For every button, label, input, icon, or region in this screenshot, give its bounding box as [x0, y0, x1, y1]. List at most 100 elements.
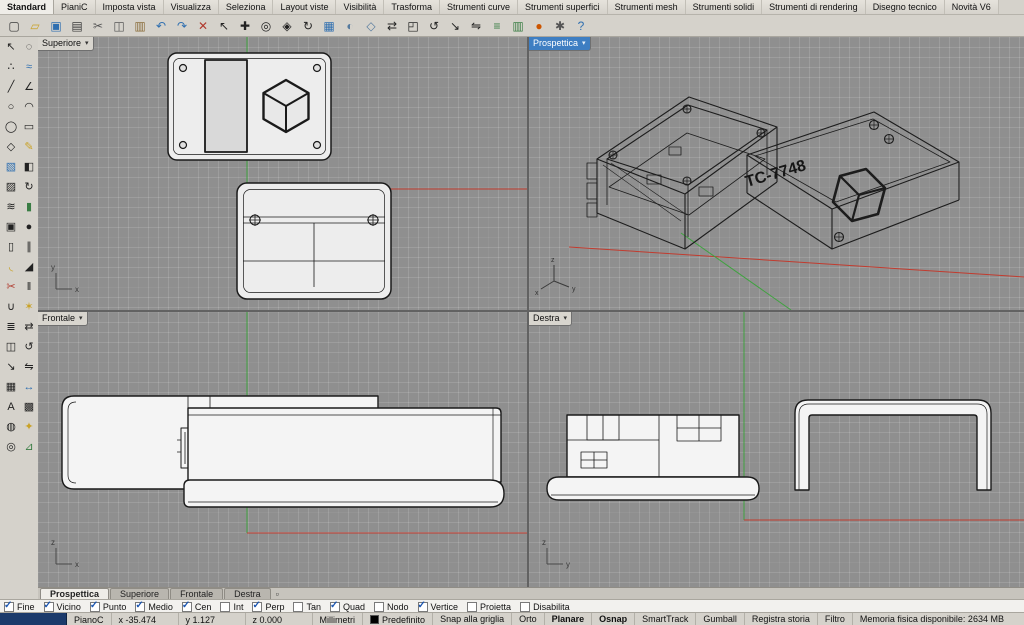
- sidebar-tool-text[interactable]: A: [1, 397, 21, 417]
- toolbar-icon-new-file[interactable]: ▢: [4, 16, 24, 36]
- toolbar-icon-shaded-view[interactable]: ◐: [340, 16, 360, 36]
- menu-tab[interactable]: Disegno tecnico: [866, 0, 945, 14]
- menu-tab[interactable]: Strumenti curve: [440, 0, 518, 14]
- sidebar-tool-rotate[interactable]: ↺: [19, 337, 39, 357]
- toolbar-icon-wireframe-view[interactable]: ◇: [361, 16, 381, 36]
- toolbar-icon-save[interactable]: ▣: [46, 16, 66, 36]
- menu-tab[interactable]: Strumenti mesh: [608, 0, 686, 14]
- status-toggle[interactable]: Snap alla griglia: [433, 613, 512, 625]
- menu-tab[interactable]: Seleziona: [219, 0, 274, 14]
- viewport-top[interactable]: y x Superiore ▾: [38, 37, 527, 310]
- sidebar-tool-lock[interactable]: ✦: [19, 417, 39, 437]
- sidebar-tool-chamfer[interactable]: ◢: [19, 257, 39, 277]
- sidebar-tool-fillet[interactable]: ◟: [1, 257, 21, 277]
- sidebar-tool-array[interactable]: ▦: [1, 377, 21, 397]
- status-toggle[interactable]: Gumball: [696, 613, 745, 625]
- toolbar-icon-render[interactable]: ●: [529, 16, 549, 36]
- osnap-checkbox[interactable]: Vertice: [418, 602, 459, 612]
- sidebar-tool-sphere[interactable]: ●: [19, 217, 39, 237]
- sidebar-tool-mirror[interactable]: ⇋: [19, 357, 39, 377]
- sidebar-tool-split[interactable]: ‖: [19, 277, 39, 297]
- osnap-checkbox[interactable]: Punto: [90, 602, 127, 612]
- layer-pane[interactable]: Predefinito: [363, 613, 433, 625]
- menu-tab[interactable]: Layout viste: [273, 0, 336, 14]
- toolbar-icon-move[interactable]: ⇄: [382, 16, 402, 36]
- sidebar-tool-zoom[interactable]: ◎: [1, 437, 21, 457]
- right-view-base-object[interactable]: [547, 415, 759, 500]
- sidebar-tool-surface-corner[interactable]: ◧: [19, 157, 39, 177]
- toolbar-icon-mirror[interactable]: ⇋: [466, 16, 486, 36]
- menu-tab[interactable]: Standard: [0, 0, 54, 14]
- viewport-right[interactable]: z y Destra ▾: [529, 312, 1024, 587]
- viewport-title-right[interactable]: Destra ▾: [529, 312, 572, 326]
- sidebar-tool-analyze[interactable]: ⊿: [19, 437, 39, 457]
- toolbar-icon-help[interactable]: ?: [571, 16, 591, 36]
- osnap-checkbox[interactable]: Cen: [182, 602, 212, 612]
- toolbar-icon-pan-view[interactable]: ✚: [235, 16, 255, 36]
- sidebar-tool-box[interactable]: ▣: [1, 217, 21, 237]
- toolbar-icon-delete[interactable]: ✕: [193, 16, 213, 36]
- sidebar-tool-polyline[interactable]: ∠: [19, 77, 39, 97]
- osnap-checkbox[interactable]: Disabilita: [520, 602, 570, 612]
- toolbar-icon-paste[interactable]: ▥: [130, 16, 150, 36]
- toolbar-icon-layers[interactable]: ≡: [487, 16, 507, 36]
- sidebar-tool-arc[interactable]: ◠: [19, 97, 39, 117]
- viewport-title-perspective[interactable]: Prospettica ▾: [529, 37, 591, 51]
- toolbar-icon-named-views[interactable]: ▦: [319, 16, 339, 36]
- osnap-checkbox[interactable]: Int: [220, 602, 243, 612]
- sidebar-tool-dimension[interactable]: ↔: [19, 377, 39, 397]
- toolbar-icon-copy-object[interactable]: ◰: [403, 16, 423, 36]
- sidebar-tool-freeform[interactable]: ✎: [19, 137, 39, 157]
- osnap-checkbox[interactable]: Vicino: [44, 602, 81, 612]
- sidebar-tool-lasso[interactable]: ◌: [19, 37, 39, 57]
- toolbar-icon-properties[interactable]: ▥: [508, 16, 528, 36]
- sidebar-tool-cylinder[interactable]: ▯: [1, 237, 21, 257]
- sidebar-tool-loft[interactable]: ▨: [1, 177, 21, 197]
- status-toggle[interactable]: Registra storia: [745, 613, 818, 625]
- menu-tab[interactable]: Strumenti superfici: [518, 0, 608, 14]
- toolbar-icon-rotate-view[interactable]: ↻: [298, 16, 318, 36]
- sidebar-tool-extrude[interactable]: ▮: [19, 197, 39, 217]
- sidebar-tool-offset[interactable]: ≣: [1, 317, 21, 337]
- toolbar-icon-open-file[interactable]: ▱: [25, 16, 45, 36]
- menu-tab[interactable]: Visualizza: [164, 0, 219, 14]
- toolbar-icon-select[interactable]: ↖: [214, 16, 234, 36]
- sidebar-tool-rectangle[interactable]: ▭: [19, 117, 39, 137]
- toolbar-icon-zoom-extents[interactable]: ◈: [277, 16, 297, 36]
- menu-tab[interactable]: Imposta vista: [96, 0, 164, 14]
- menu-tab[interactable]: Strumenti di rendering: [762, 0, 866, 14]
- status-toggle[interactable]: Planare: [545, 613, 593, 625]
- viewport-title-front[interactable]: Frontale ▾: [38, 312, 88, 326]
- sidebar-tool-surface[interactable]: ▧: [1, 157, 21, 177]
- sidebar-tool-polygon[interactable]: ◇: [1, 137, 21, 157]
- sidebar-tool-revolve[interactable]: ↻: [19, 177, 39, 197]
- toolbar-icon-zoom-dynamic[interactable]: ◎: [256, 16, 276, 36]
- sidebar-tool-pipe[interactable]: ∥: [19, 237, 39, 257]
- sidebar-tool-join[interactable]: ∪: [1, 297, 21, 317]
- front-view-object[interactable]: [62, 396, 504, 507]
- osnap-checkbox[interactable]: Tan: [293, 602, 321, 612]
- status-toggle[interactable]: SmartTrack: [635, 613, 696, 625]
- osnap-checkbox[interactable]: Fine: [4, 602, 35, 612]
- menu-tab[interactable]: Visibilità: [336, 0, 384, 14]
- sidebar-tool-select[interactable]: ↖: [1, 37, 21, 57]
- sidebar-tool-point[interactable]: ∴: [1, 57, 21, 77]
- osnap-checkbox[interactable]: Proietta: [467, 602, 511, 612]
- cplane-pane[interactable]: PianoC: [67, 613, 112, 625]
- sidebar-tool-ellipse[interactable]: ◯: [1, 117, 21, 137]
- menu-tab[interactable]: Strumenti solidi: [686, 0, 763, 14]
- toolbar-icon-undo[interactable]: ↶: [151, 16, 171, 36]
- status-toggle[interactable]: Osnap: [592, 613, 635, 625]
- sidebar-tool-move[interactable]: ⇄: [19, 317, 39, 337]
- sidebar-tool-curve[interactable]: ≈: [19, 57, 39, 77]
- sidebar-tool-sweep[interactable]: ≋: [1, 197, 21, 217]
- toolbar-icon-rotate[interactable]: ↺: [424, 16, 444, 36]
- sidebar-tool-hatch[interactable]: ▩: [19, 397, 39, 417]
- sidebar-tool-hide[interactable]: ◍: [1, 417, 21, 437]
- status-toggle[interactable]: Filtro: [818, 613, 853, 625]
- status-toggle[interactable]: Orto: [512, 613, 545, 625]
- sidebar-tool-scale[interactable]: ↘: [1, 357, 21, 377]
- toolbar-icon-cut[interactable]: ✂: [88, 16, 108, 36]
- sidebar-tool-explode[interactable]: ✶: [19, 297, 39, 317]
- toolbar-icon-scale[interactable]: ↘: [445, 16, 465, 36]
